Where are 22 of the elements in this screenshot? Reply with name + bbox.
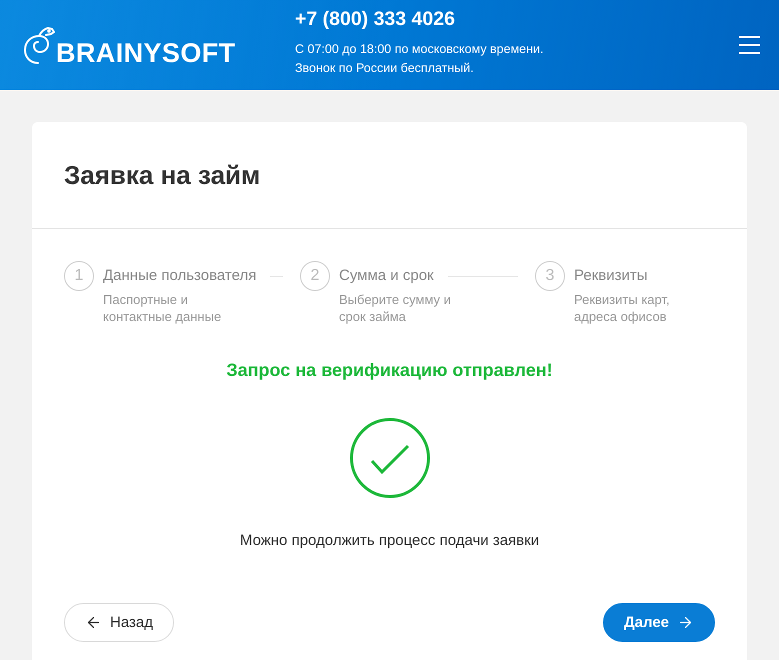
logo-text[interactable]: BRAINYSOFT: [56, 41, 236, 65]
phone-number: +7 (800) 333 4026: [295, 6, 456, 30]
working-hours: С 07:00 до 18:00 по московскому времени.: [295, 40, 544, 58]
arrow-right-icon: [677, 614, 694, 631]
hint-text: Можно продолжить процесс подачи заявки: [240, 532, 540, 550]
step-number: 2: [300, 261, 330, 291]
check-circle-icon: [350, 418, 430, 498]
menu-icon[interactable]: [739, 36, 760, 54]
step-description: Выберите сумму и срок займа: [339, 291, 452, 325]
page-title: Заявка на займ: [64, 160, 262, 190]
next-button[interactable]: Далее: [602, 603, 715, 642]
step-number: 3: [535, 261, 565, 291]
step-title: Сумма и срок: [339, 266, 434, 286]
step-description: Реквизиты карт, адреса офисов: [574, 291, 671, 325]
spiral-logo-icon: [24, 27, 55, 65]
step-number: 1: [64, 261, 94, 291]
free-call-note: Звонок по России бесплатный.: [295, 60, 475, 76]
step-title: Данные пользователя: [103, 266, 256, 286]
step-description: Паспортные и контактные данные: [103, 291, 222, 325]
back-button[interactable]: Назад: [64, 603, 174, 642]
step-title: Реквизиты: [574, 266, 648, 286]
success-message: Запрос на верификацию отправлен!: [226, 359, 553, 381]
